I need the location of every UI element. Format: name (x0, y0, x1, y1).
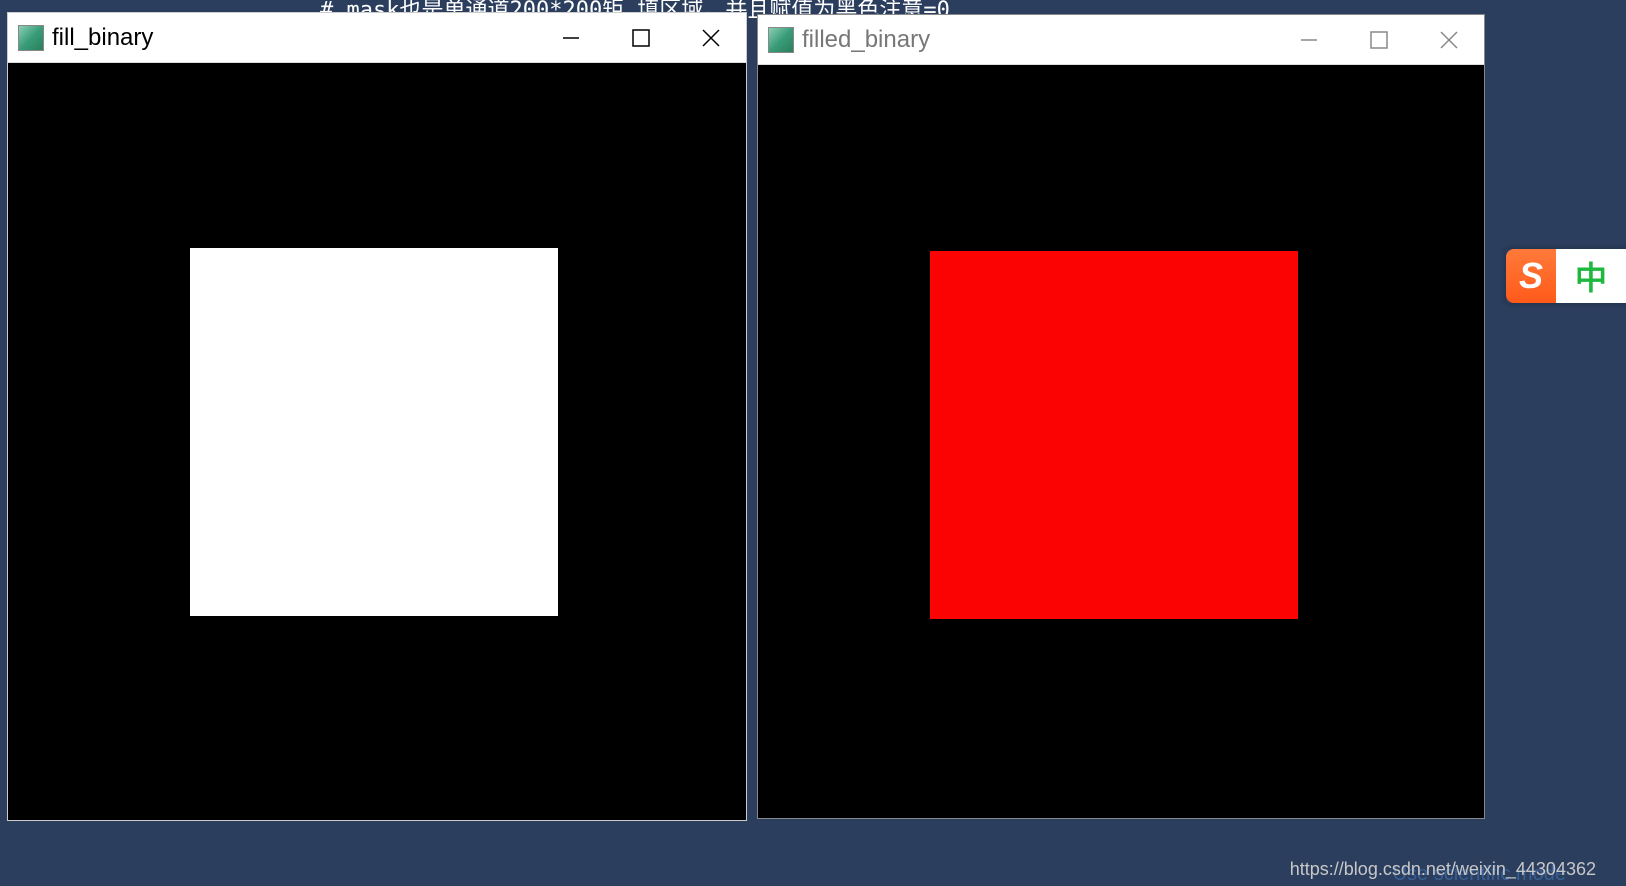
window-title: filled_binary (802, 26, 930, 54)
titlebar-left: filled_binary (758, 26, 930, 54)
app-icon (768, 27, 794, 53)
maximize-icon (632, 29, 650, 47)
titlebar[interactable]: fill_binary (8, 13, 746, 63)
minimize-button[interactable] (536, 13, 606, 63)
maximize-icon (1370, 31, 1388, 49)
window-content (8, 63, 746, 820)
window-controls (536, 13, 746, 63)
app-icon (18, 25, 44, 51)
ime-logo-icon: S (1506, 249, 1556, 303)
window-filled-binary[interactable]: filled_binary (757, 14, 1485, 819)
square-red (930, 251, 1298, 619)
close-icon (701, 28, 721, 48)
close-button[interactable] (1414, 15, 1484, 65)
maximize-button[interactable] (606, 13, 676, 63)
titlebar[interactable]: filled_binary (758, 15, 1484, 65)
maximize-button[interactable] (1344, 15, 1414, 65)
window-controls (1274, 15, 1484, 65)
minimize-icon (561, 28, 581, 48)
close-button[interactable] (676, 13, 746, 63)
minimize-icon (1299, 30, 1319, 50)
ime-mode-label[interactable]: 中 (1556, 249, 1626, 303)
minimize-button[interactable] (1274, 15, 1344, 65)
ime-indicator[interactable]: S 中 (1506, 249, 1626, 303)
watermark-url: https://blog.csdn.net/weixin_44304362 (1290, 859, 1596, 880)
window-title: fill_binary (52, 24, 153, 52)
window-content (758, 65, 1484, 818)
window-fill-binary[interactable]: fill_binary (7, 12, 747, 821)
close-icon (1439, 30, 1459, 50)
titlebar-left: fill_binary (8, 24, 153, 52)
square-white (190, 248, 558, 616)
